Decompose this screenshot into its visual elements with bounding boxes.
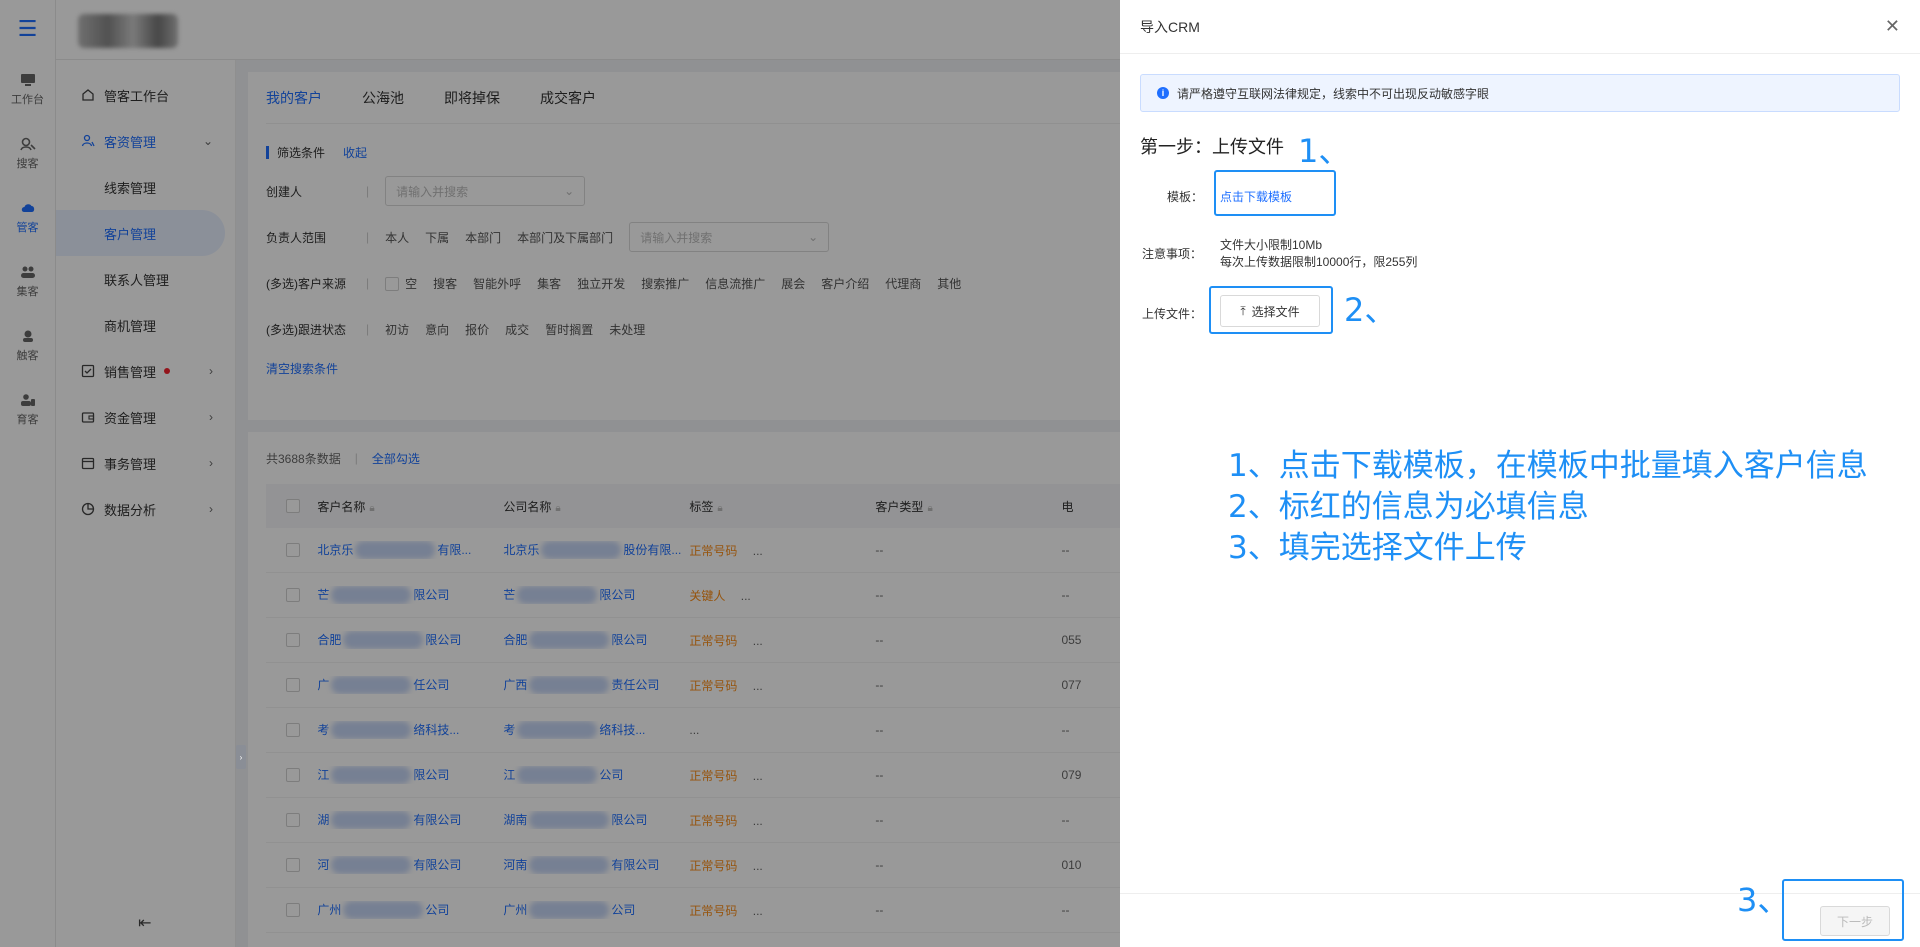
instructions-annotation: 1、点击下载模板，在模板中批量填入客户信息 2、标红的信息为必填信息 3、填完选… — [1228, 446, 1868, 569]
button-label: 选择文件 — [1251, 304, 1300, 319]
download-template-link[interactable]: 点击下载模板 — [1220, 188, 1292, 205]
note-line: 文件大小限制10Mb — [1220, 238, 1323, 252]
instruction-line: 3、填完选择文件上传 — [1228, 530, 1527, 566]
drawer-header: 导入CRM ✕ — [1120, 0, 1920, 54]
info-icon: i — [1157, 87, 1169, 99]
notes-label: 注意事项： — [1142, 247, 1203, 261]
sidebar-drag-handle[interactable]: › — [236, 745, 246, 769]
instruction-line: 2、标红的信息为必填信息 — [1228, 489, 1589, 525]
annotation-marker-2: 2、 — [1344, 291, 1397, 329]
notice-text: 请严格遵守互联网法律规定，线索中不可出现反动敏感字眼 — [1177, 86, 1490, 101]
upload-icon: ⤒ — [1240, 303, 1246, 318]
instruction-line: 1、点击下载模板，在模板中批量填入客户信息 — [1228, 448, 1868, 484]
annotation-marker-1: 1、 — [1298, 132, 1351, 170]
notes-text: 文件大小限制10Mb 每次上传数据限制10000行，限255列 — [1220, 237, 1417, 271]
close-icon[interactable]: ✕ — [1885, 16, 1900, 37]
note-line: 每次上传数据限制10000行，限255列 — [1220, 255, 1418, 269]
template-label: 模板： — [1167, 190, 1204, 204]
choose-file-button[interactable]: ⤒ 选择文件 — [1220, 295, 1320, 327]
modal-mask[interactable] — [0, 0, 1120, 947]
next-step-button[interactable]: 下一步 — [1820, 906, 1890, 936]
drawer-title: 导入CRM — [1140, 18, 1200, 35]
import-crm-drawer: 导入CRM ✕ i 请严格遵守互联网法律规定，线索中不可出现反动敏感字眼 第一步… — [1120, 0, 1920, 947]
upload-label: 上传文件： — [1142, 307, 1203, 321]
notice-banner: i 请严格遵守互联网法律规定，线索中不可出现反动敏感字眼 — [1140, 74, 1900, 112]
step-title: 第一步：上传文件 — [1140, 137, 1284, 157]
